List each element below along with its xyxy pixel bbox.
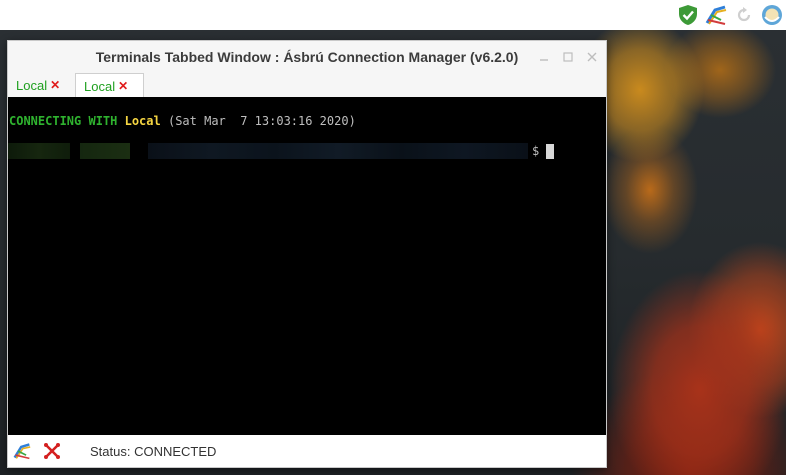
- prompt-line: $: [8, 143, 568, 159]
- system-tray: [676, 3, 784, 27]
- tab-local-1[interactable]: Local ✕: [8, 73, 72, 97]
- redacted-user: [8, 143, 70, 159]
- user-avatar-icon[interactable]: [760, 3, 784, 27]
- tab-label: Local: [16, 77, 48, 93]
- shield-check-icon[interactable]: [676, 3, 700, 27]
- tab-bar: Local ✕ Local ✕: [8, 73, 606, 98]
- minimize-button[interactable]: [536, 49, 552, 65]
- tab-close-icon[interactable]: ✕: [50, 78, 60, 92]
- connecting-prefix: CONNECTING WITH: [9, 114, 118, 128]
- refresh-icon[interactable]: [732, 3, 756, 27]
- tab-label: Local: [84, 78, 116, 94]
- connection-timestamp: (Sat Mar 7 13:03:16 2020): [167, 114, 356, 128]
- maximize-button[interactable]: [560, 49, 576, 65]
- tab-local-2[interactable]: Local ✕: [75, 73, 144, 98]
- status-bar: Status: CONNECTED: [8, 435, 606, 467]
- disconnect-icon[interactable]: [42, 441, 62, 461]
- redacted-user: [80, 143, 130, 159]
- asbru-app-icon[interactable]: [12, 441, 32, 461]
- connection-line: CONNECTING WITH Local (Sat Mar 7 13:03:1…: [9, 114, 356, 128]
- window-controls: [536, 49, 600, 65]
- tab-close-icon[interactable]: ✕: [118, 79, 128, 93]
- status-text: Status: CONNECTED: [90, 443, 217, 459]
- title-bar[interactable]: Terminals Tabbed Window : Ásbrú Connecti…: [8, 41, 606, 73]
- asbru-app-icon[interactable]: [704, 3, 728, 27]
- window-title: Terminals Tabbed Window : Ásbrú Connecti…: [95, 49, 519, 65]
- top-panel: [0, 0, 786, 30]
- terminal-area[interactable]: CONNECTING WITH Local (Sat Mar 7 13:03:1…: [8, 97, 606, 435]
- prompt-symbol: $: [532, 144, 540, 158]
- redacted-path: [148, 143, 528, 159]
- terminal-cursor: [546, 144, 554, 159]
- terminal-window: Terminals Tabbed Window : Ásbrú Connecti…: [7, 40, 607, 468]
- connection-host: Local: [124, 114, 161, 128]
- close-button[interactable]: [584, 49, 600, 65]
